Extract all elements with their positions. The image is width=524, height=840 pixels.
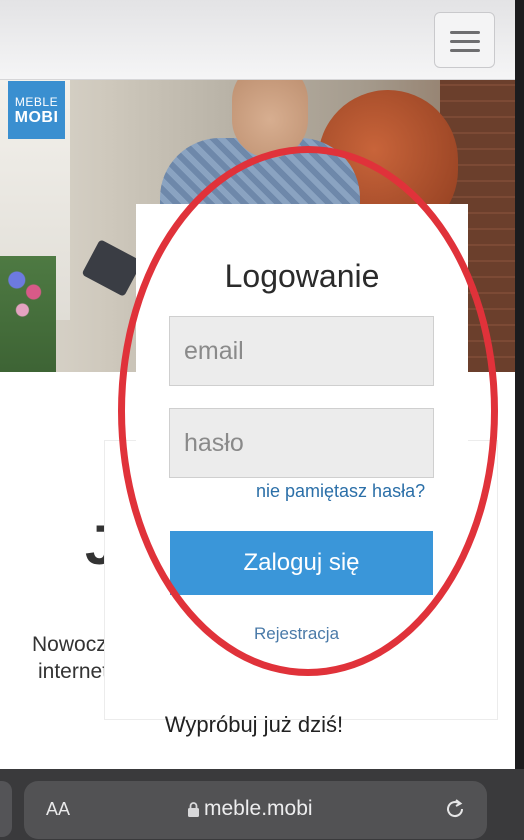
forgot-password-link[interactable]: nie pamiętasz hasła? (256, 481, 425, 502)
reload-icon[interactable] (443, 797, 467, 821)
address-bar[interactable]: AA meble.mobi (24, 781, 487, 839)
logo-line1: MEBLE (14, 95, 59, 109)
hamburger-menu-icon[interactable] (434, 12, 495, 68)
try-today-text: Wypróbuj już dziś! (164, 712, 344, 737)
previous-tab-edge[interactable] (0, 781, 12, 837)
logo-line2: MOBI (14, 109, 59, 126)
browser-toolbar: AA meble.mobi (0, 769, 524, 840)
email-field[interactable] (169, 316, 434, 386)
text-size-button[interactable]: AA (46, 799, 70, 820)
top-navbar (0, 0, 524, 80)
lock-icon (188, 802, 199, 817)
register-link[interactable]: Rejestracja (254, 624, 339, 644)
login-button[interactable]: Zaloguj się (170, 531, 433, 595)
password-field[interactable] (169, 408, 434, 478)
site-logo[interactable]: MEBLE MOBI (8, 81, 65, 139)
url-text: meble.mobi (204, 797, 313, 820)
modal-title: Logowanie (224, 258, 380, 294)
screen-edge (515, 0, 524, 840)
